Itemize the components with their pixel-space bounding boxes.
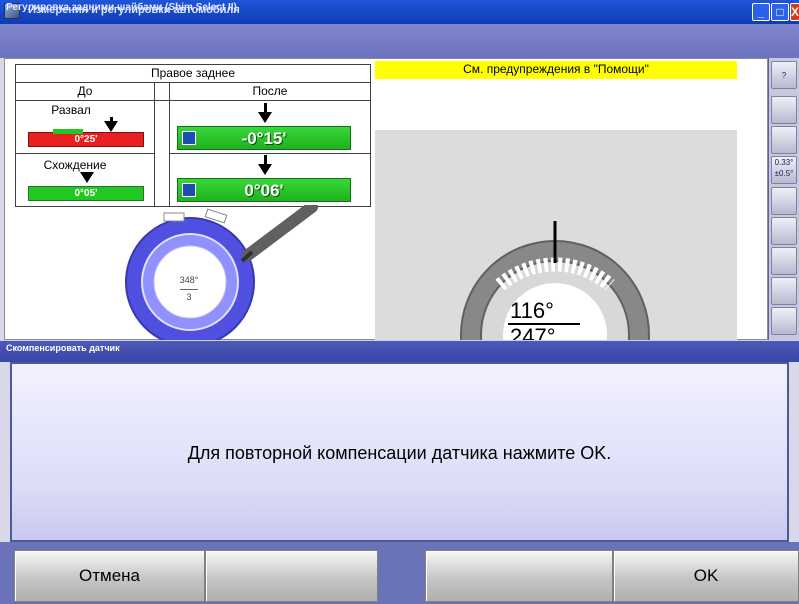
help-warning-banner: См. предупреждения в "Помощи" <box>375 61 737 79</box>
shim-dial <box>460 221 650 340</box>
toe-before-value: 0°05' <box>74 188 98 199</box>
spec-values-icon[interactable] <box>771 247 797 275</box>
help-icon[interactable]: ? <box>771 61 797 89</box>
maximize-button[interactable]: □ <box>771 3 789 21</box>
dial-angle-top: 116° <box>510 298 554 323</box>
separator-column <box>154 100 170 207</box>
toe-after-pointer <box>258 164 272 175</box>
after-header: После <box>169 82 371 101</box>
cancel-button[interactable]: Отмена <box>14 550 205 602</box>
print-icon[interactable] <box>771 277 797 305</box>
subtitle-bar <box>0 24 799 58</box>
wrench-icon[interactable] <box>771 187 797 215</box>
dialog-title: Скомпенсировать датчик <box>6 343 120 353</box>
close-button[interactable]: X <box>790 3 799 21</box>
function-button-2[interactable] <box>205 550 378 602</box>
timer-icon[interactable] <box>771 217 797 245</box>
disc-left-angle: 348° <box>179 275 199 285</box>
camber-after-gauge: -0°15' <box>177 126 351 150</box>
toe-after-value: 0°06' <box>244 181 284 200</box>
dialog-message: Для повторной компенсации датчика нажмит… <box>187 443 612 463</box>
wheel-header: Правое заднее <box>15 64 371 83</box>
disc-left-index: 3 <box>186 292 192 302</box>
disc-left-divider <box>180 289 198 290</box>
toe-before-pointer <box>80 172 94 183</box>
before-header: До <box>15 82 155 101</box>
shim-disc-illustration <box>125 205 318 341</box>
camber-after-value: -0°15' <box>241 129 287 148</box>
minimize-button[interactable]: _ <box>752 3 770 21</box>
screen-subtitle: Регулировка задними шайбами (Shim Select… <box>6 2 237 13</box>
camber-label: Развал <box>51 103 91 117</box>
function-button-3[interactable] <box>425 550 613 602</box>
ok-button[interactable]: OK <box>613 550 799 602</box>
flag-icon[interactable] <box>771 307 797 335</box>
spec-icon[interactable]: 0.33° ±0.5° <box>771 156 797 184</box>
camera-icon[interactable] <box>771 96 797 124</box>
camber-before-gauge: 0°25' <box>28 129 144 147</box>
toe-after-gauge: 0°06' <box>177 178 351 202</box>
wheel-icon[interactable] <box>771 126 797 154</box>
toe-before-gauge: 0°05' <box>28 186 144 201</box>
camber-before-value: 0°25' <box>74 134 98 145</box>
camber-before-pointer <box>104 121 118 132</box>
camber-after-pointer <box>258 112 272 123</box>
toe-label: Схождение <box>43 158 107 172</box>
